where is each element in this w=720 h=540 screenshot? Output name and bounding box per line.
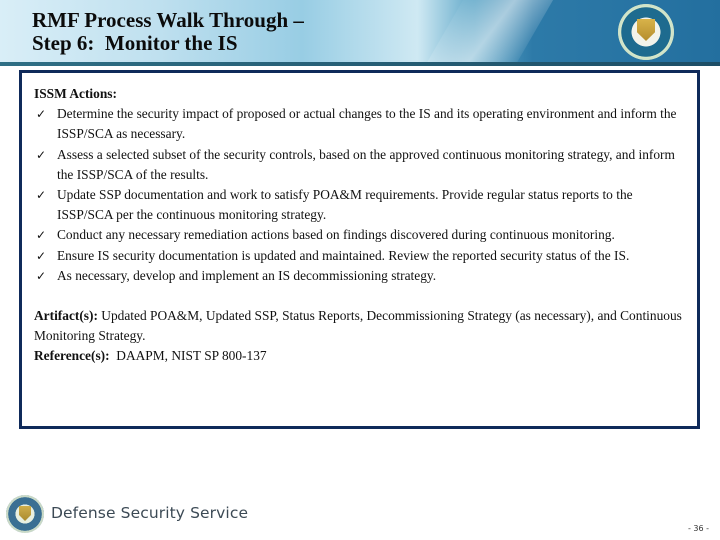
issm-actions-heading: ISSM Actions: <box>34 86 117 101</box>
artifacts-paragraph: Artifact(s): Updated POA&M, Updated SSP,… <box>34 306 697 346</box>
action-text: Conduct any necessary remediation action… <box>57 227 615 243</box>
list-item: ✓ Ensure IS security documentation is upd… <box>34 246 697 266</box>
slide-title: RMF Process Walk Through – Step 6: Monit… <box>32 9 304 55</box>
artifacts-text: Updated POA&M, Updated SSP, Status Repor… <box>34 308 682 344</box>
list-item: ✓ Assess a selected subset of the securit… <box>34 145 697 185</box>
action-text: Update SSP documentation and work to sat… <box>57 187 633 223</box>
action-text: Determine the security impact of propose… <box>57 106 677 142</box>
references-paragraph: Reference(s): DAAPM, NIST SP 800-137 <box>34 346 697 366</box>
checkmark-icon: ✓ <box>36 248 47 263</box>
page-number: - 36 - <box>688 524 710 533</box>
list-item: ✓ As necessary, develop and implement an … <box>34 266 697 286</box>
organization-name: Defense Security Service <box>51 504 249 522</box>
checkmark-icon: ✓ <box>36 188 47 203</box>
action-text: Ensure IS security documentation is upda… <box>57 247 630 263</box>
artifacts-label: Artifact(s): <box>34 308 98 324</box>
references-label: Reference(s): <box>34 348 110 364</box>
dss-seal-icon <box>618 4 674 60</box>
title-line-1: RMF Process Walk Through – <box>32 8 304 32</box>
dss-logo-icon <box>6 495 44 533</box>
references-text: DAAPM, NIST SP 800-137 <box>109 348 267 364</box>
checkmark-icon: ✓ <box>36 228 47 243</box>
title-line-2: Step 6: Monitor the IS <box>32 31 238 55</box>
list-item: ✓ Determine the security impact of propos… <box>34 104 697 144</box>
list-item: ✓ Conduct any necessary remediation actio… <box>34 225 697 245</box>
action-text: As necessary, develop and implement an I… <box>57 267 437 283</box>
header-banner: RMF Process Walk Through – Step 6: Monit… <box>0 0 720 66</box>
actions-list: ✓ Determine the security impact of propos… <box>34 104 697 286</box>
list-item: ✓ Update SSP documentation and work to sa… <box>34 185 697 225</box>
content-box: ISSM Actions: ✓ Determine the security im… <box>19 70 700 429</box>
checkmark-icon: ✓ <box>36 107 47 122</box>
action-text: Assess a selected subset of the security… <box>57 146 675 182</box>
checkmark-icon: ✓ <box>36 268 47 283</box>
checkmark-icon: ✓ <box>36 147 47 162</box>
